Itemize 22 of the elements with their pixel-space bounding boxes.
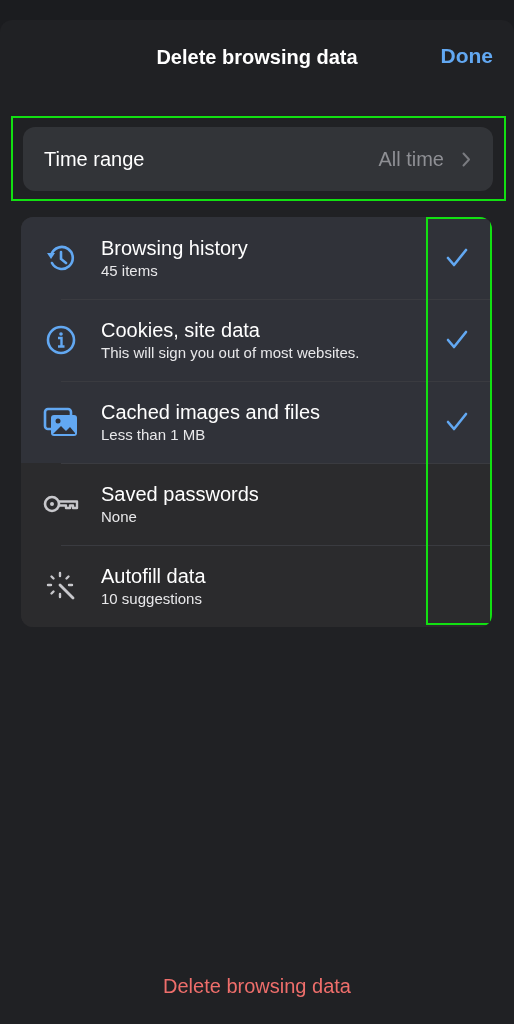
data-type-detail: None (101, 508, 138, 525)
info-icon (45, 324, 77, 356)
magic-wand-icon (45, 570, 77, 602)
data-type-detail: 10 suggestions (101, 590, 203, 607)
data-type-title: Browsing history (101, 237, 249, 260)
delete-browsing-data-button[interactable]: Delete browsing data (163, 975, 351, 998)
data-type-detail: 45 items (101, 262, 159, 279)
data-type-detail: Less than 1 MB (101, 426, 207, 443)
data-type-row[interactable]: Cookies, site data This will sign you out of most websites. (21, 299, 492, 381)
data-type-title: Cookies, site data (101, 319, 261, 342)
data-type-row[interactable]: Cached images and files Less than 1 MB (21, 381, 492, 463)
images-icon (43, 406, 79, 438)
chevron-icon (462, 151, 471, 167)
data-type-title: Saved passwords (101, 483, 260, 506)
done-button[interactable]: Done (440, 44, 493, 68)
data-type-title: Autofill data (101, 565, 207, 588)
data-type-title: Cached images and files (101, 401, 321, 424)
time-range-row[interactable]: Time range All time (23, 127, 493, 191)
data-type-detail: This will sign you out of most websites. (101, 344, 361, 361)
key-icon (43, 494, 79, 514)
sheet-title: Delete browsing data (156, 45, 358, 69)
data-type-row[interactable]: Browsing history 45 items (21, 217, 492, 299)
